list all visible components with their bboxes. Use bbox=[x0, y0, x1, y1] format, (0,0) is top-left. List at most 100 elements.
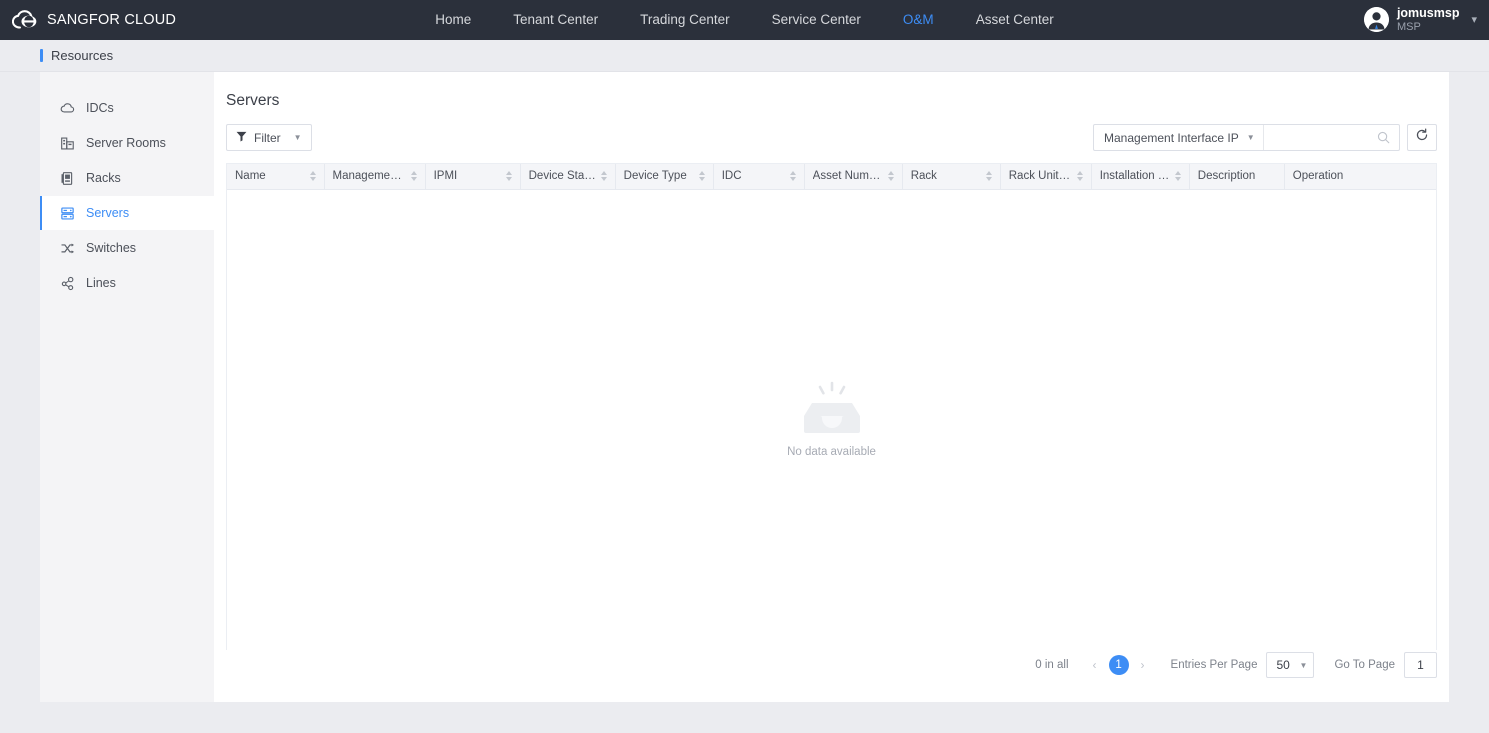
table-toolbar: Filter ▼ Management Interface IP ▼ bbox=[226, 124, 1437, 151]
switch-icon bbox=[60, 241, 75, 256]
column-label: IDC bbox=[721, 170, 742, 183]
content-panel: Servers Filter ▼ Management Interface IP… bbox=[214, 72, 1449, 702]
breadcrumb: Resources bbox=[0, 40, 1489, 72]
funnel-icon bbox=[236, 131, 247, 145]
sidebar-label: IDCs bbox=[86, 101, 114, 115]
sort-icon[interactable] bbox=[1076, 171, 1083, 182]
servers-table: Name Management I... IPMI Device Status bbox=[226, 163, 1437, 190]
table-header-row: Name Management I... IPMI Device Status bbox=[227, 164, 1436, 190]
magnifier-icon[interactable] bbox=[1377, 131, 1399, 144]
sort-icon[interactable] bbox=[600, 171, 607, 182]
total-count-label: 0 in all bbox=[1035, 659, 1069, 671]
sidebar-label: Server Rooms bbox=[86, 136, 166, 150]
column-label: Device Type bbox=[623, 170, 687, 183]
sidebar-label: Lines bbox=[86, 276, 116, 290]
sidebar-label: Switches bbox=[86, 241, 137, 255]
brand-logo-area[interactable]: SANGFOR CLOUD bbox=[0, 10, 176, 30]
column-header-description[interactable]: Description bbox=[1189, 164, 1285, 190]
sort-icon[interactable] bbox=[698, 171, 705, 182]
column-header-device-status[interactable]: Device Status bbox=[520, 164, 616, 190]
filter-button[interactable]: Filter ▼ bbox=[226, 124, 312, 151]
sort-icon[interactable] bbox=[309, 171, 316, 182]
sidebar-item-servers[interactable]: Servers bbox=[40, 196, 214, 230]
nav-item-om[interactable]: O&M bbox=[882, 0, 955, 40]
column-label: Rack Unit Loca... bbox=[1008, 170, 1073, 183]
empty-state: No data available bbox=[226, 189, 1437, 650]
column-label: Management I... bbox=[332, 170, 407, 183]
column-label: Device Status bbox=[528, 170, 597, 183]
sort-icon[interactable] bbox=[789, 171, 796, 182]
search-box: Management Interface IP ▼ bbox=[1093, 124, 1400, 151]
search-field-select[interactable]: Management Interface IP ▼ bbox=[1094, 125, 1264, 150]
breadcrumb-accent-bar bbox=[40, 49, 43, 62]
column-header-rack[interactable]: Rack bbox=[902, 164, 1001, 190]
cloud-icon bbox=[60, 101, 75, 116]
column-label: IPMI bbox=[433, 170, 458, 183]
column-header-ipmi[interactable]: IPMI bbox=[425, 164, 521, 190]
nav-item-service-center[interactable]: Service Center bbox=[751, 0, 882, 40]
column-label: Rack bbox=[910, 170, 937, 183]
pagination: 0 in all ‹ 1 › Entries Per Page 50 ▼ Go … bbox=[1035, 652, 1437, 678]
prev-page-button[interactable]: ‹ bbox=[1085, 653, 1105, 677]
search-group: Management Interface IP ▼ bbox=[1093, 124, 1437, 151]
sidebar-label: Servers bbox=[86, 206, 130, 220]
top-nav-items: Home Tenant Center Trading Center Servic… bbox=[0, 0, 1489, 40]
column-label: Operation bbox=[1292, 170, 1344, 183]
user-menu[interactable]: jomusmsp MSP ▾ bbox=[1363, 6, 1477, 33]
nav-item-home[interactable]: Home bbox=[414, 0, 492, 40]
line-link-icon bbox=[60, 276, 75, 291]
column-header-rack-unit-location[interactable]: Rack Unit Loca... bbox=[1000, 164, 1092, 190]
column-header-device-type[interactable]: Device Type bbox=[615, 164, 714, 190]
chevron-down-icon[interactable]: ▾ bbox=[1471, 13, 1477, 26]
sidebar-label: Racks bbox=[86, 171, 121, 185]
empty-state-text: No data available bbox=[787, 446, 876, 458]
refresh-icon bbox=[1415, 128, 1429, 147]
page-title: Servers bbox=[226, 92, 280, 109]
search-input[interactable] bbox=[1263, 125, 1377, 150]
column-header-installation-time[interactable]: Installation Time bbox=[1091, 164, 1190, 190]
caret-down-icon: ▼ bbox=[293, 133, 302, 142]
column-label: Name bbox=[235, 170, 266, 183]
column-label: Installation Time bbox=[1099, 170, 1171, 183]
sidebar-item-lines[interactable]: Lines bbox=[40, 266, 214, 300]
empty-box-icon bbox=[800, 381, 864, 440]
column-label: Description bbox=[1197, 170, 1256, 183]
sort-icon[interactable] bbox=[410, 171, 417, 182]
user-meta: jomusmsp MSP bbox=[1397, 6, 1460, 33]
column-header-operation[interactable]: Operation bbox=[1284, 164, 1436, 190]
entries-per-page-select[interactable]: 50 ▼ bbox=[1266, 652, 1315, 678]
server-icon bbox=[60, 206, 75, 221]
page-layout: IDCs Server Rooms Racks Servers Switches… bbox=[0, 72, 1489, 713]
nav-item-trading-center[interactable]: Trading Center bbox=[619, 0, 751, 40]
refresh-button[interactable] bbox=[1407, 124, 1437, 151]
sidebar-item-idcs[interactable]: IDCs bbox=[40, 91, 214, 125]
column-header-asset-number[interactable]: Asset Number bbox=[804, 164, 903, 190]
go-to-page-input[interactable] bbox=[1404, 652, 1437, 678]
brand-name: SANGFOR CLOUD bbox=[47, 12, 177, 28]
go-to-page-label: Go To Page bbox=[1334, 659, 1395, 671]
sidebar-item-switches[interactable]: Switches bbox=[40, 231, 214, 265]
nav-item-tenant-center[interactable]: Tenant Center bbox=[492, 0, 619, 40]
column-label: Asset Number bbox=[812, 170, 884, 183]
entries-per-page-value: 50 bbox=[1276, 658, 1290, 672]
sort-icon[interactable] bbox=[505, 171, 512, 182]
nav-item-asset-center[interactable]: Asset Center bbox=[955, 0, 1075, 40]
building-icon bbox=[60, 136, 75, 151]
top-navigation-bar: SANGFOR CLOUD Home Tenant Center Trading… bbox=[0, 0, 1489, 40]
user-role: MSP bbox=[1396, 20, 1421, 33]
next-page-button[interactable]: › bbox=[1133, 653, 1153, 677]
sidebar-item-server-rooms[interactable]: Server Rooms bbox=[40, 126, 214, 160]
sort-icon[interactable] bbox=[1174, 171, 1181, 182]
breadcrumb-label: Resources bbox=[51, 48, 114, 63]
user-avatar-icon bbox=[1363, 7, 1389, 33]
caret-down-icon: ▼ bbox=[1246, 133, 1255, 142]
column-header-management-ip[interactable]: Management I... bbox=[324, 164, 426, 190]
sort-icon[interactable] bbox=[887, 171, 894, 182]
column-header-name[interactable]: Name bbox=[227, 164, 325, 190]
column-header-idc[interactable]: IDC bbox=[713, 164, 805, 190]
search-field-label: Management Interface IP bbox=[1104, 130, 1239, 145]
sort-icon[interactable] bbox=[985, 171, 992, 182]
entries-per-page-label: Entries Per Page bbox=[1170, 659, 1258, 671]
page-number-1[interactable]: 1 bbox=[1108, 655, 1129, 675]
sidebar-item-racks[interactable]: Racks bbox=[40, 161, 214, 195]
